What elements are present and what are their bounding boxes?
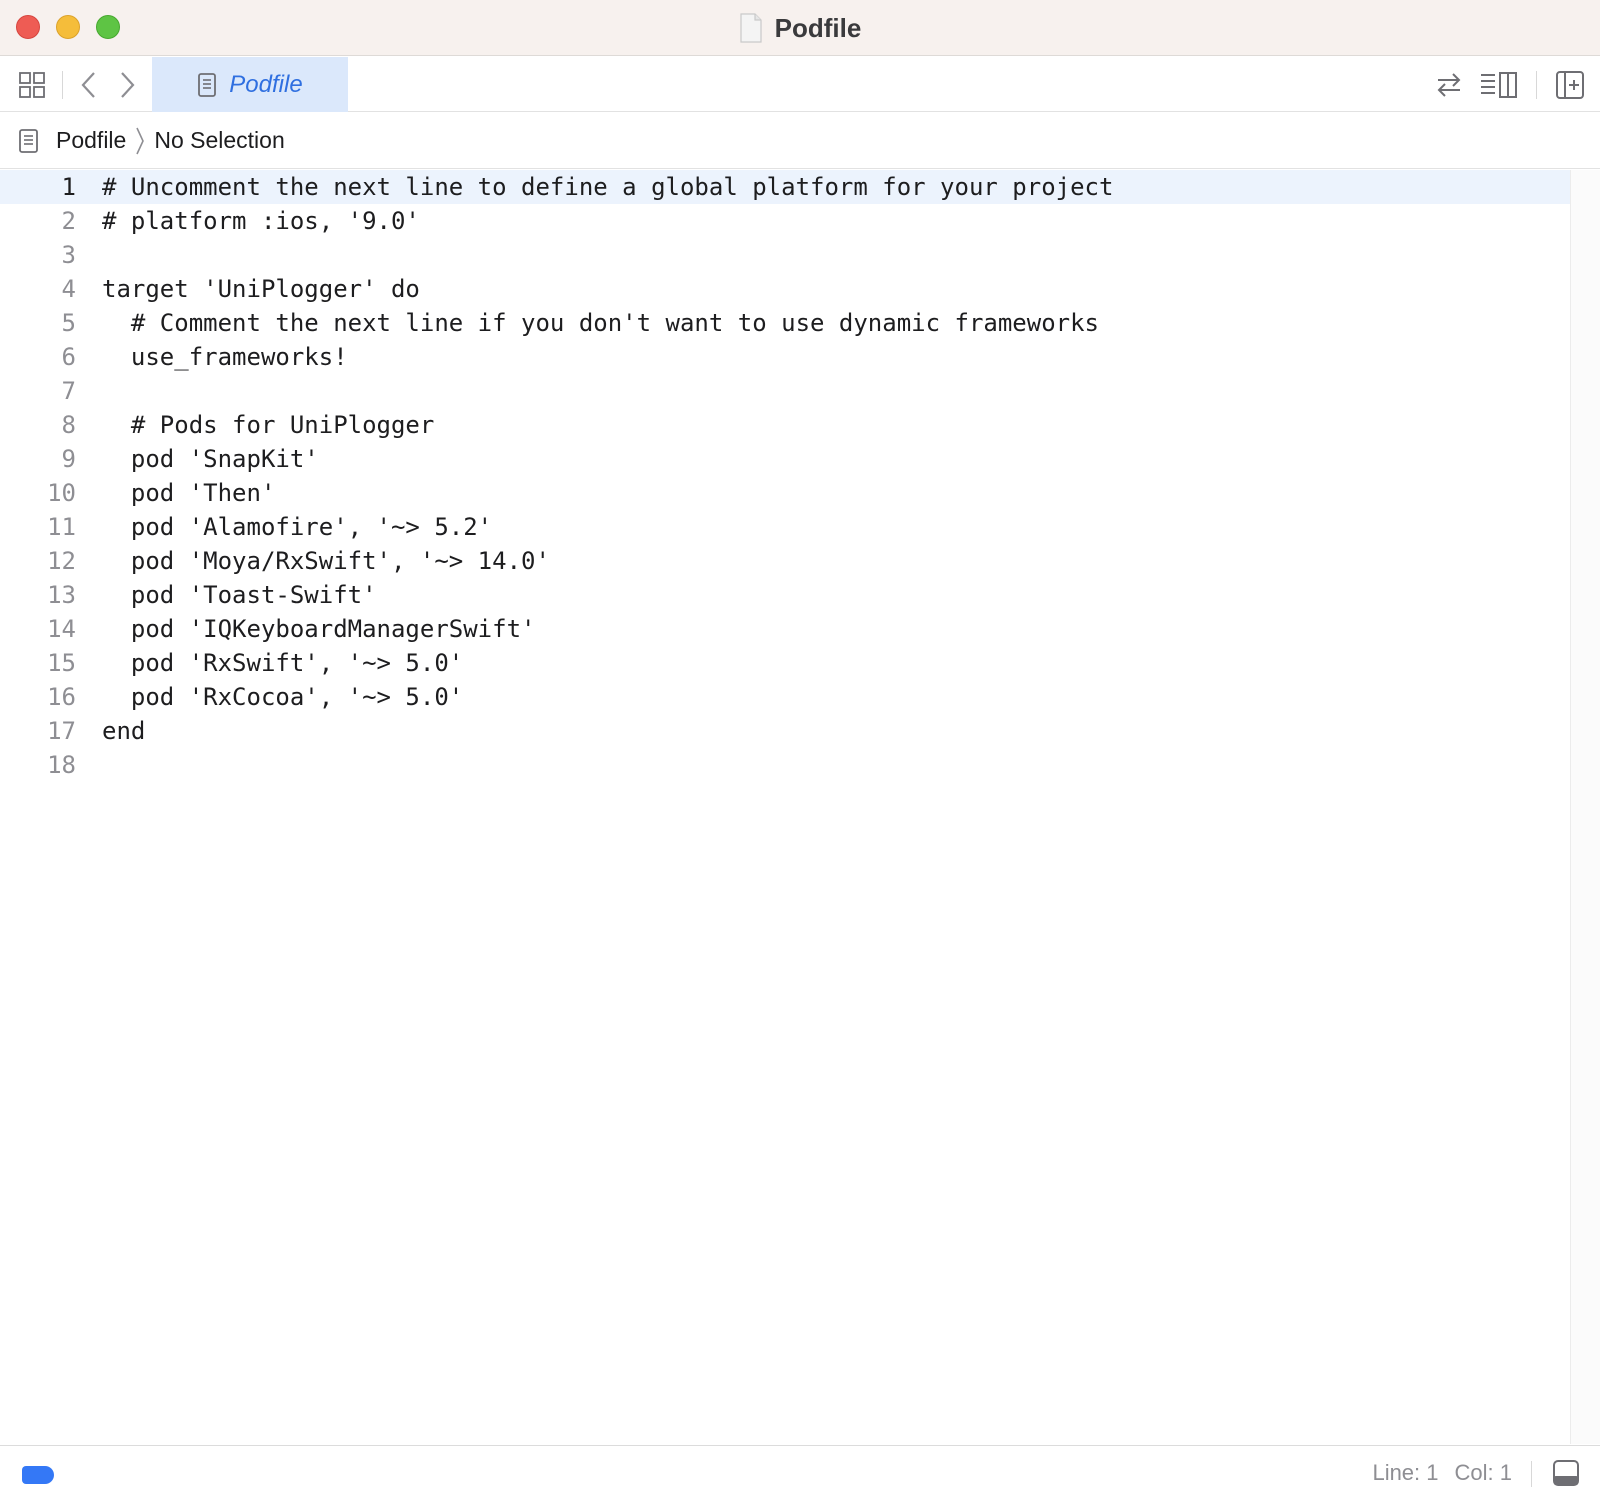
debug-area-toggle-icon[interactable] bbox=[1552, 1459, 1580, 1492]
line-number: 17 bbox=[47, 717, 76, 745]
related-items-grid-icon[interactable] bbox=[16, 69, 48, 101]
code-line[interactable]: 9 pod 'SnapKit' bbox=[0, 442, 1570, 476]
line-text: pod 'RxCocoa', '~> 5.0' bbox=[102, 683, 464, 711]
code-line[interactable]: 8 # Pods for UniPlogger bbox=[0, 408, 1570, 442]
code-line[interactable]: 11 pod 'Alamofire', '~> 5.2' bbox=[0, 510, 1570, 544]
editor-options-icon[interactable] bbox=[1478, 69, 1520, 101]
line-text: pod 'Alamofire', '~> 5.2' bbox=[102, 513, 493, 541]
code-line[interactable]: 13 pod 'Toast-Swift' bbox=[0, 578, 1570, 612]
code-line[interactable]: 16 pod 'RxCocoa', '~> 5.0' bbox=[0, 680, 1570, 714]
code-line[interactable]: 1 # Uncomment the next line to define a g… bbox=[0, 170, 1570, 204]
line-number: 15 bbox=[47, 649, 76, 677]
text-document-icon bbox=[19, 128, 38, 153]
add-editor-icon[interactable] bbox=[1554, 69, 1586, 101]
line-number: 4 bbox=[61, 275, 76, 303]
line-number: 6 bbox=[61, 343, 76, 371]
vertical-scrollbar[interactable] bbox=[1570, 170, 1600, 1444]
line-text: pod 'IQKeyboardManagerSwift' bbox=[102, 615, 536, 643]
breadcrumb-selection[interactable]: No Selection bbox=[154, 127, 284, 154]
code-line[interactable]: 5 # Comment the next line if you don't w… bbox=[0, 306, 1570, 340]
line-number: 5 bbox=[61, 309, 76, 337]
line-number: 13 bbox=[47, 581, 76, 609]
code-line[interactable]: 6 use_frameworks! bbox=[0, 340, 1570, 374]
cursor-position: Line: 1 Col: 1 bbox=[1372, 1460, 1512, 1486]
line-text: # platform :ios, '9.0' bbox=[102, 207, 420, 235]
line-number: 18 bbox=[47, 751, 76, 779]
line-text: # Uncomment the next line to define a gl… bbox=[102, 173, 1114, 201]
code-line[interactable]: 12 pod 'Moya/RxSwift', '~> 14.0' bbox=[0, 544, 1570, 578]
code-line[interactable]: 15 pod 'RxSwift', '~> 5.0' bbox=[0, 646, 1570, 680]
line-text: pod 'Then' bbox=[102, 479, 276, 507]
line-number: 7 bbox=[61, 377, 76, 405]
line-text: # Pods for UniPlogger bbox=[102, 411, 435, 439]
code-line[interactable]: 4 target 'UniPlogger' do bbox=[0, 272, 1570, 306]
code-line[interactable]: 2 # platform :ios, '9.0' bbox=[0, 204, 1570, 238]
window-title-group: Podfile bbox=[0, 0, 1600, 56]
status-bar: Line: 1 Col: 1 bbox=[0, 1445, 1600, 1500]
chevron-right-icon[interactable] bbox=[114, 69, 140, 101]
code-line[interactable]: 3 bbox=[0, 238, 1570, 272]
toolbar-divider bbox=[62, 71, 63, 99]
title-bar: Podfile bbox=[0, 0, 1600, 56]
text-document-icon bbox=[198, 72, 217, 97]
cursor-line: Line: 1 bbox=[1372, 1460, 1439, 1485]
line-text: use_frameworks! bbox=[102, 343, 348, 371]
tab-label: Podfile bbox=[229, 70, 303, 98]
breadcrumb: Podfile No Selection bbox=[0, 113, 1600, 169]
line-number: 2 bbox=[61, 207, 76, 235]
code-line[interactable]: 18 bbox=[0, 748, 1570, 782]
arrows-swap-icon[interactable] bbox=[1432, 69, 1466, 101]
toolbar-divider bbox=[1536, 71, 1537, 99]
window-title: Podfile bbox=[774, 12, 862, 43]
line-number: 9 bbox=[61, 445, 76, 473]
line-number: 16 bbox=[47, 683, 76, 711]
line-number: 14 bbox=[47, 615, 76, 643]
line-number: 10 bbox=[47, 479, 76, 507]
line-number: 1 bbox=[61, 173, 76, 201]
chevron-right-icon bbox=[136, 127, 145, 154]
code-editor[interactable]: 1 # Uncomment the next line to define a g… bbox=[0, 170, 1570, 1444]
line-number: 3 bbox=[61, 241, 76, 269]
chevron-left-icon[interactable] bbox=[76, 69, 102, 101]
code-line[interactable]: 7 bbox=[0, 374, 1570, 408]
line-text: # Comment the next line if you don't wan… bbox=[102, 309, 1099, 337]
cursor-col: Col: 1 bbox=[1454, 1460, 1512, 1485]
line-text: end bbox=[102, 717, 146, 745]
breakpoint-tag-icon[interactable] bbox=[22, 1466, 54, 1484]
line-text: pod 'RxSwift', '~> 5.0' bbox=[102, 649, 464, 677]
code-line[interactable]: 17 end bbox=[0, 714, 1570, 748]
line-number: 12 bbox=[47, 547, 76, 575]
document-icon bbox=[740, 13, 762, 43]
line-number: 11 bbox=[47, 513, 76, 541]
line-text: pod 'SnapKit' bbox=[102, 445, 319, 473]
tab-podfile[interactable]: Podfile bbox=[152, 57, 348, 112]
breadcrumb-file[interactable]: Podfile bbox=[56, 127, 126, 154]
line-number: 8 bbox=[61, 411, 76, 439]
code-line[interactable]: 14 pod 'IQKeyboardManagerSwift' bbox=[0, 612, 1570, 646]
line-text: pod 'Toast-Swift' bbox=[102, 581, 377, 609]
code-line[interactable]: 10 pod 'Then' bbox=[0, 476, 1570, 510]
status-divider bbox=[1531, 1461, 1532, 1487]
line-text: target 'UniPlogger' do bbox=[102, 275, 420, 303]
editor-toolbar: Podfile bbox=[0, 57, 1600, 112]
line-text: pod 'Moya/RxSwift', '~> 14.0' bbox=[102, 547, 550, 575]
